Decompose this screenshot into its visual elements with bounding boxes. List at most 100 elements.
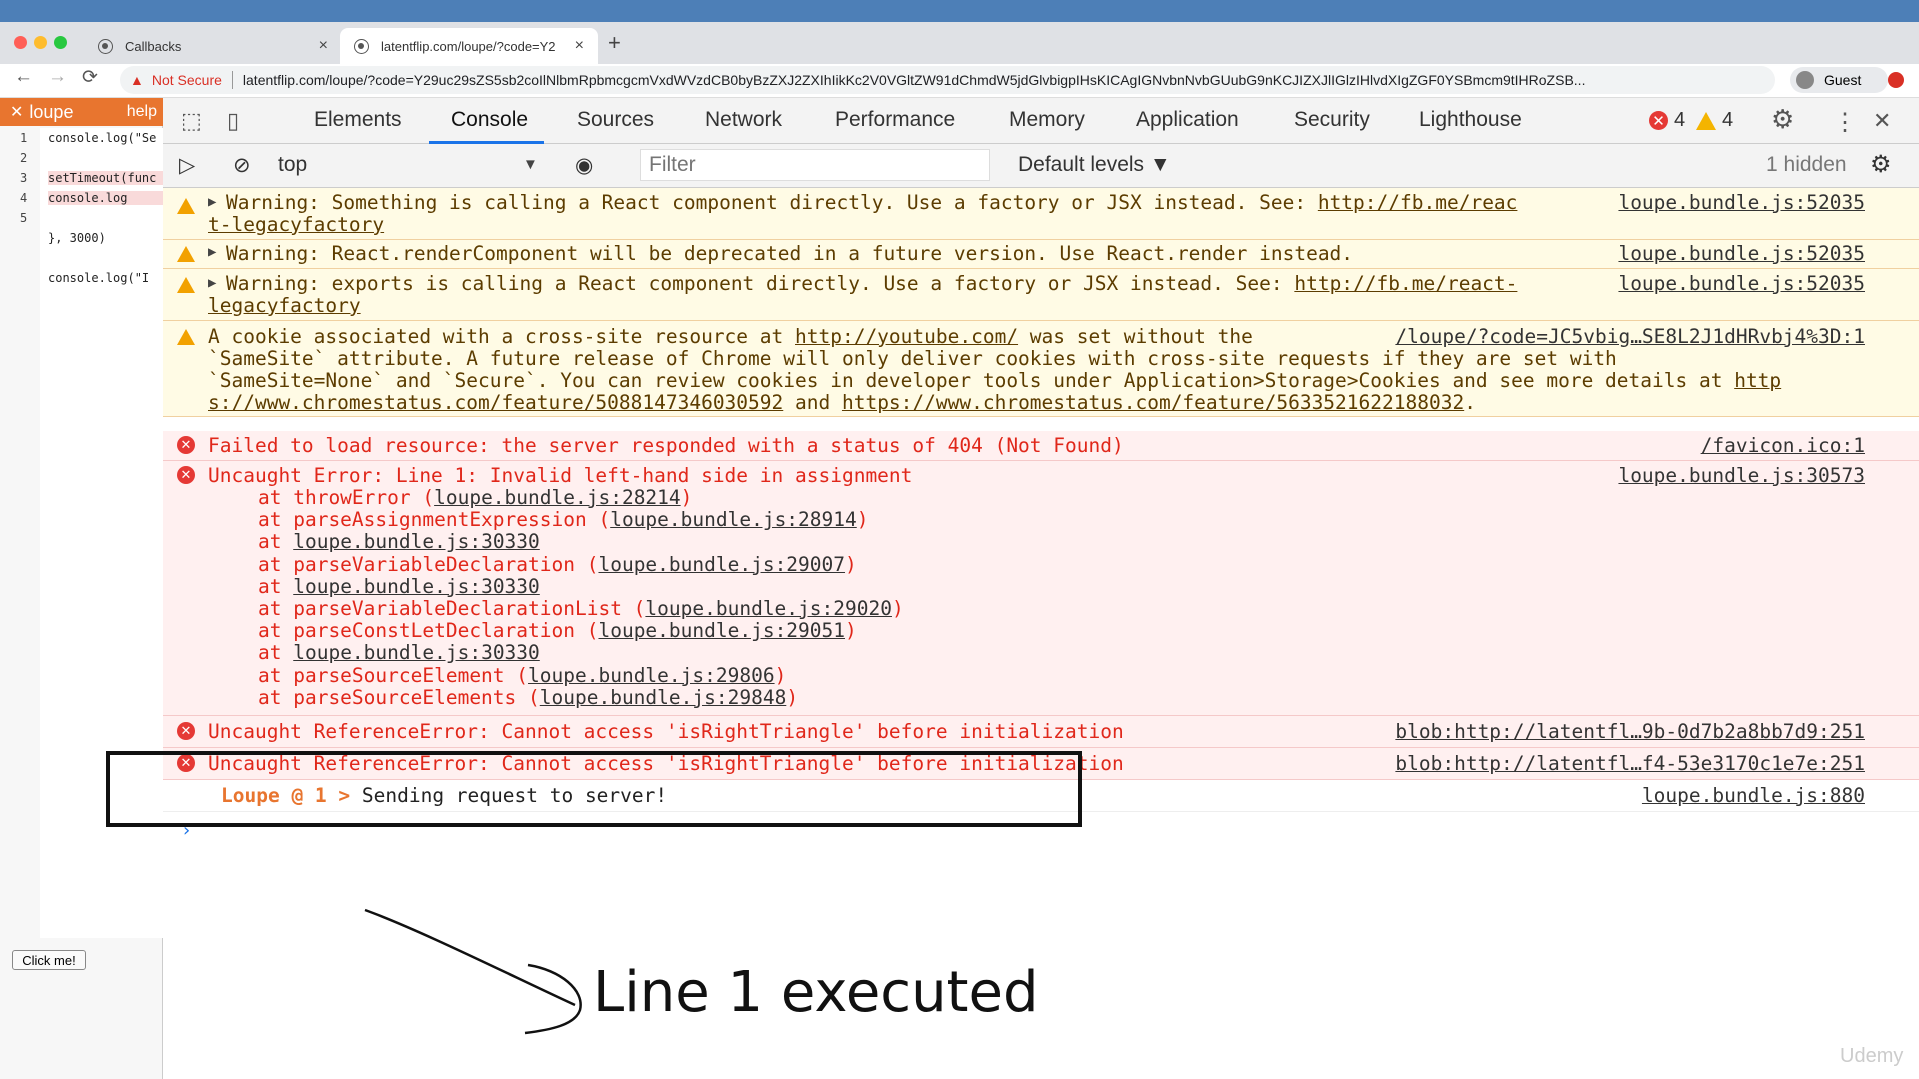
extension-icon[interactable]	[1888, 72, 1904, 88]
source-link[interactable]: blob:http://latentfl…9b-0d7b2a8bb7d9:251	[1395, 720, 1865, 743]
stack-source-link[interactable]: loupe.bundle.js:29806	[528, 664, 775, 687]
message-text: Failed to load resource: the server resp…	[208, 434, 1124, 457]
security-status[interactable]: Not Secure	[152, 72, 222, 88]
stack-frame: at throwError (loupe.bundle.js:28214)	[258, 486, 693, 509]
message-link[interactable]: https://www.chromestatus.com/feature/563…	[842, 391, 1464, 414]
source-link[interactable]: loupe.bundle.js:880	[1642, 784, 1865, 807]
message-text: Uncaught ReferenceError: Cannot access '…	[208, 720, 1124, 743]
console-output: ▶ Warning: Something is calling a React …	[163, 188, 1919, 841]
loupe-header: ✕ loupe help	[0, 98, 163, 126]
code-line[interactable]: setTimeout(func	[48, 171, 163, 185]
more-options-icon[interactable]: ⋮	[1833, 108, 1857, 137]
settings-gear-icon[interactable]: ⚙	[1771, 104, 1794, 135]
tab-close-icon[interactable]: ×	[319, 37, 328, 55]
stack-source-link[interactable]: loupe.bundle.js:28214	[434, 486, 681, 509]
console-message-warning: ▶ Warning: Something is calling a React …	[163, 188, 1919, 240]
tab-memory[interactable]: Memory	[1009, 108, 1085, 132]
source-link[interactable]: loupe.bundle.js:52035	[1618, 191, 1865, 214]
clear-console-icon[interactable]: ⊘	[233, 153, 251, 178]
profile-button[interactable]: Guest	[1790, 67, 1888, 93]
warning-count[interactable]: 4	[1696, 109, 1733, 132]
back-button[interactable]: ←	[14, 66, 33, 88]
stack-frame: at parseVariableDeclaration (loupe.bundl…	[258, 552, 857, 576]
stack-source-link[interactable]: loupe.bundle.js:28914	[610, 508, 857, 531]
console-message-warning: A cookie associated with a cross-site re…	[163, 321, 1919, 417]
live-expression-eye-icon[interactable]: ◉	[575, 153, 593, 178]
message-link[interactable]: http	[1734, 369, 1781, 392]
stack-source-link[interactable]: loupe.bundle.js:30330	[293, 575, 540, 598]
url-text[interactable]: latentflip.com/loupe/?code=Y29uc29sZS5sb…	[243, 72, 1586, 88]
address-bar[interactable]: ▲ Not Secure latentflip.com/loupe/?code=…	[120, 66, 1775, 94]
new-tab-button[interactable]: +	[608, 30, 621, 56]
source-link[interactable]: loupe.bundle.js:30573	[1618, 464, 1865, 487]
maximize-window-button[interactable]	[54, 36, 67, 49]
console-toolbar: ▷ ⊘ top ▼ ◉ Default levels ▼ 1 hidden ⚙	[163, 144, 1919, 188]
expand-triangle-icon[interactable]: ▶	[208, 194, 216, 210]
message-link[interactable]: http://fb.me/react-	[1294, 272, 1517, 295]
globe-icon	[98, 38, 113, 54]
stack-frame: at parseSourceElement (loupe.bundle.js:2…	[258, 663, 787, 687]
tab-lighthouse[interactable]: Lighthouse	[1419, 108, 1522, 132]
close-window-button[interactable]	[14, 36, 27, 49]
code-line[interactable]: console.log	[48, 191, 163, 205]
source-link[interactable]: /favicon.ico:1	[1701, 434, 1865, 457]
message-text: Warning: React.renderComponent will be d…	[226, 242, 1354, 265]
code-line[interactable]: console.log("I	[48, 271, 163, 285]
close-devtools-icon[interactable]: ✕	[1873, 108, 1891, 134]
code-line[interactable]: console.log("Se	[48, 131, 163, 145]
source-link[interactable]: loupe.bundle.js:52035	[1618, 242, 1865, 265]
stack-source-link[interactable]: loupe.bundle.js:29848	[540, 686, 787, 709]
annotation-text: Line 1 executed	[593, 960, 1039, 1025]
message-link[interactable]: http://fb.me/reac	[1318, 191, 1518, 214]
highlight-box	[106, 751, 1082, 827]
console-filter-input[interactable]	[640, 149, 990, 181]
source-link[interactable]: loupe.bundle.js:52035	[1618, 272, 1865, 295]
expand-triangle-icon[interactable]: ▶	[208, 275, 216, 291]
tab-close-icon[interactable]: ×	[575, 37, 584, 55]
code-line[interactable]: }, 3000)	[48, 231, 163, 245]
stack-source-link[interactable]: loupe.bundle.js:29020	[645, 597, 892, 620]
tab-application[interactable]: Application	[1136, 108, 1239, 132]
tab-performance[interactable]: Performance	[835, 108, 955, 132]
reload-button[interactable]: ⟳	[82, 66, 98, 89]
tab-security[interactable]: Security	[1294, 108, 1370, 132]
forward-button[interactable]: →	[48, 66, 67, 88]
tab-sources[interactable]: Sources	[577, 108, 654, 132]
inspect-element-icon[interactable]: ⬚	[181, 108, 202, 134]
log-levels-dropdown[interactable]: Default levels ▼	[1018, 153, 1171, 177]
source-link[interactable]: /loupe/?code=JC5vbig…SE8L2J1dHRvbj4%3D:1	[1395, 325, 1865, 348]
message-link[interactable]: http://youtube.com/	[795, 325, 1018, 348]
minimize-window-button[interactable]	[34, 36, 47, 49]
tab-network[interactable]: Network	[705, 108, 782, 132]
tab-latentflip[interactable]: latentflip.com/loupe/?code=Y2 ×	[340, 28, 598, 64]
stack-source-link[interactable]: loupe.bundle.js:29007	[598, 553, 845, 576]
tab-callbacks[interactable]: Callbacks ×	[84, 28, 342, 64]
context-selector[interactable]: top	[278, 153, 307, 177]
stack-source-link[interactable]: loupe.bundle.js:30330	[293, 530, 540, 553]
warning-count-value: 4	[1722, 109, 1734, 131]
console-message-error: ✕ Uncaught ReferenceError: Cannot access…	[163, 716, 1919, 748]
error-icon: ✕	[177, 436, 195, 454]
profile-label: Guest	[1824, 72, 1862, 88]
expand-triangle-icon[interactable]: ▶	[208, 244, 216, 260]
message-link[interactable]: s://www.chromestatus.com/feature/5088147…	[208, 391, 783, 414]
error-count[interactable]: ✕ 4	[1649, 109, 1685, 132]
tab-elements[interactable]: Elements	[314, 108, 402, 132]
stack-frame: at loupe.bundle.js:30330	[258, 641, 540, 665]
click-me-button[interactable]: Click me!	[12, 950, 86, 970]
hidden-count: 1 hidden	[1766, 153, 1847, 176]
line-number: 5	[20, 211, 28, 225]
help-link[interactable]: help	[127, 103, 157, 121]
tab-title: latentflip.com/loupe/?code=Y2	[381, 38, 556, 54]
stack-source-link[interactable]: loupe.bundle.js:30330	[293, 641, 540, 664]
stack-source-link[interactable]: loupe.bundle.js:29051	[598, 619, 845, 642]
console-settings-gear-icon[interactable]: ⚙	[1870, 150, 1892, 179]
tab-console[interactable]: Console	[451, 108, 528, 132]
source-link[interactable]: blob:http://latentfl…f4-53e3170c1e7e:251	[1395, 752, 1865, 775]
message-link[interactable]: legacyfactory	[208, 294, 361, 317]
stack-frame: at loupe.bundle.js:30330	[258, 574, 540, 598]
sidebar-toggle-icon[interactable]: ▷	[179, 153, 195, 178]
device-toolbar-icon[interactable]: ▯	[227, 108, 239, 134]
message-link[interactable]: t-legacyfactory	[208, 213, 384, 236]
error-count-value: 4	[1674, 109, 1686, 131]
